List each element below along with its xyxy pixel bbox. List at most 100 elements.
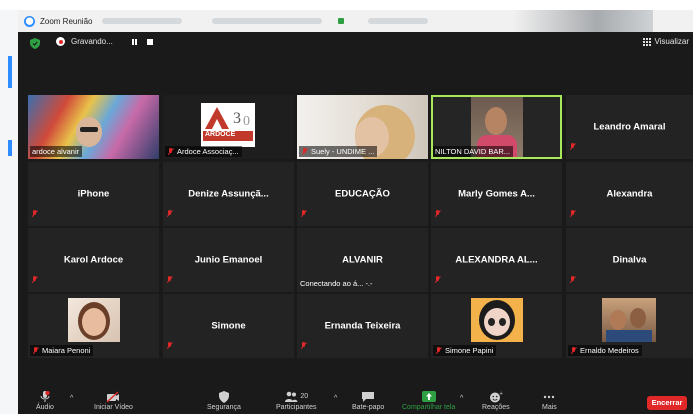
svg-text:3: 3 xyxy=(233,110,241,127)
participant-tile[interactable]: Junio Emanoel xyxy=(163,228,294,292)
mic-muted-icon xyxy=(570,346,577,355)
mute-indicator xyxy=(569,138,576,156)
participant-tile[interactable]: Ernaldo Medeiros xyxy=(566,294,693,358)
participants-button[interactable]: 20 Participantes xyxy=(276,390,316,411)
meeting-toolbar: Áudio ^ Iniciar Vídeo Segurança 20 Parti… xyxy=(18,390,693,414)
participant-tile[interactable]: ALEXANDRA AL... xyxy=(431,228,562,292)
mute-indicator xyxy=(434,205,441,223)
participant-name: iPhone xyxy=(77,188,110,200)
mute-indicator xyxy=(166,337,173,355)
zoom-logo-icon: ⬤ xyxy=(24,15,35,27)
background-window-accent xyxy=(8,56,12,88)
pause-recording-icon[interactable] xyxy=(131,38,139,46)
share-options-caret-icon[interactable]: ^ xyxy=(460,395,463,402)
participant-name-label: NILTON DAVID BAR... xyxy=(433,146,514,157)
participant-tile[interactable]: Marly Gomes A... xyxy=(431,162,562,226)
audio-label: Áudio xyxy=(36,404,54,411)
mute-indicator xyxy=(569,205,576,223)
mic-muted-icon xyxy=(435,346,442,355)
whatsapp-tab-icon xyxy=(338,18,345,24)
profile-face xyxy=(82,308,106,336)
participant-tile[interactable]: Denize Assunçã... xyxy=(163,162,294,226)
profile-eye xyxy=(499,318,506,326)
participant-name-label: Maiara Penoni xyxy=(30,345,94,356)
blurred-browser-tab xyxy=(102,18,183,24)
participant-name: Simone xyxy=(211,320,246,332)
share-screen-button[interactable]: Compartilhar tela xyxy=(402,390,455,411)
end-meeting-button[interactable]: Encerrar xyxy=(647,396,687,410)
mic-muted-icon xyxy=(167,147,174,156)
shield-icon[interactable] xyxy=(30,38,40,49)
mic-muted-icon xyxy=(569,276,576,284)
participant-name-label: ardoce alvanir xyxy=(30,146,83,157)
participant-tile[interactable]: Karol Ardoce xyxy=(28,228,159,292)
participant-tile[interactable]: Suely - UNDIME ... xyxy=(297,95,428,159)
participants-options-caret-icon[interactable]: ^ xyxy=(334,395,337,402)
mic-muted-icon xyxy=(166,210,173,218)
audio-options-caret-icon[interactable]: ^ xyxy=(70,395,73,402)
participant-tile[interactable]: 3 0 ARDOCE Ardoce Associaç... xyxy=(163,95,294,159)
participant-name: Karol Ardoce xyxy=(63,254,124,266)
start-video-button[interactable]: Iniciar Vídeo xyxy=(94,390,133,411)
start-video-label: Iniciar Vídeo xyxy=(94,404,133,411)
participant-name: Alexandra xyxy=(606,188,653,200)
mute-indicator xyxy=(300,205,307,223)
emoji-plus-icon: + xyxy=(489,391,503,403)
participant-face xyxy=(76,117,102,147)
participant-name: EDUCAÇÃO xyxy=(335,188,390,200)
participants-count: 20 xyxy=(300,393,309,400)
participant-tile[interactable]: Maiara Penoni xyxy=(28,294,159,358)
participant-face xyxy=(485,107,507,135)
shield-icon xyxy=(218,391,229,403)
zoom-meeting-window: ⬤ Zoom Reunião Gravando... Visualizar ar… xyxy=(18,10,693,414)
profile-shirt xyxy=(606,330,652,342)
mic-muted-icon xyxy=(166,342,173,350)
audio-button[interactable]: Áudio xyxy=(36,390,54,411)
mic-muted-icon xyxy=(31,210,38,218)
view-button[interactable]: Visualizar xyxy=(643,37,689,46)
mic-muted-icon xyxy=(569,210,576,218)
view-label: Visualizar xyxy=(654,37,689,46)
participants-label: Participantes xyxy=(276,404,317,411)
participant-tile[interactable]: iPhone xyxy=(28,162,159,226)
security-label: Segurança xyxy=(207,404,241,411)
svg-text:0: 0 xyxy=(243,114,250,129)
participant-tile[interactable]: ALVANIR Conectando ao á... -.- xyxy=(297,228,428,292)
grid-view-icon xyxy=(643,37,652,46)
reactions-button[interactable]: + Reações xyxy=(482,390,510,411)
participant-name-label: Simone Papini xyxy=(433,345,497,356)
mute-indicator xyxy=(300,337,307,355)
more-dots-icon xyxy=(544,395,555,399)
participant-tile[interactable]: ardoce alvanir xyxy=(28,95,159,159)
participant-tile[interactable]: Ernanda Teixeira xyxy=(297,294,428,358)
participant-tile[interactable]: Alexandra xyxy=(566,162,693,226)
participants-icon xyxy=(285,391,298,402)
security-button[interactable]: Segurança xyxy=(207,390,241,411)
mic-muted-icon xyxy=(300,342,307,350)
chat-button[interactable]: Bate-papo xyxy=(352,390,384,411)
more-button[interactable]: Mais xyxy=(542,390,557,411)
chat-label: Bate-papo xyxy=(352,404,385,411)
ardoce-logo: 3 0 ARDOCE xyxy=(201,103,255,147)
mute-indicator xyxy=(434,271,441,289)
participant-name: Marly Gomes A... xyxy=(458,188,535,200)
ardoce-logo-text: ARDOCE xyxy=(205,131,236,138)
participant-tile[interactable]: EDUCAÇÃO xyxy=(297,162,428,226)
participant-tile[interactable]: Leandro Amaral xyxy=(566,95,693,159)
profile-face xyxy=(630,308,646,328)
mic-muted-icon xyxy=(31,276,38,284)
participant-name: Junio Emanoel xyxy=(194,254,263,266)
window-titlebar: ⬤ Zoom Reunião xyxy=(18,10,693,32)
participant-name-label: Ardoce Associaç... xyxy=(165,146,242,157)
stop-recording-icon[interactable] xyxy=(146,38,153,45)
video-off-icon xyxy=(106,391,120,403)
participant-tile-active-speaker[interactable]: NILTON DAVID BAR... xyxy=(431,95,562,159)
share-screen-icon xyxy=(421,391,436,402)
microphone-muted-icon xyxy=(40,391,50,402)
participant-tile[interactable]: Dinalva xyxy=(566,228,693,292)
participant-tile[interactable]: Simone Papini xyxy=(431,294,562,358)
participant-tile[interactable]: Simone xyxy=(163,294,294,358)
titlebar-shadow xyxy=(513,10,653,32)
mic-muted-icon xyxy=(301,147,308,156)
more-label: Mais xyxy=(542,404,557,411)
